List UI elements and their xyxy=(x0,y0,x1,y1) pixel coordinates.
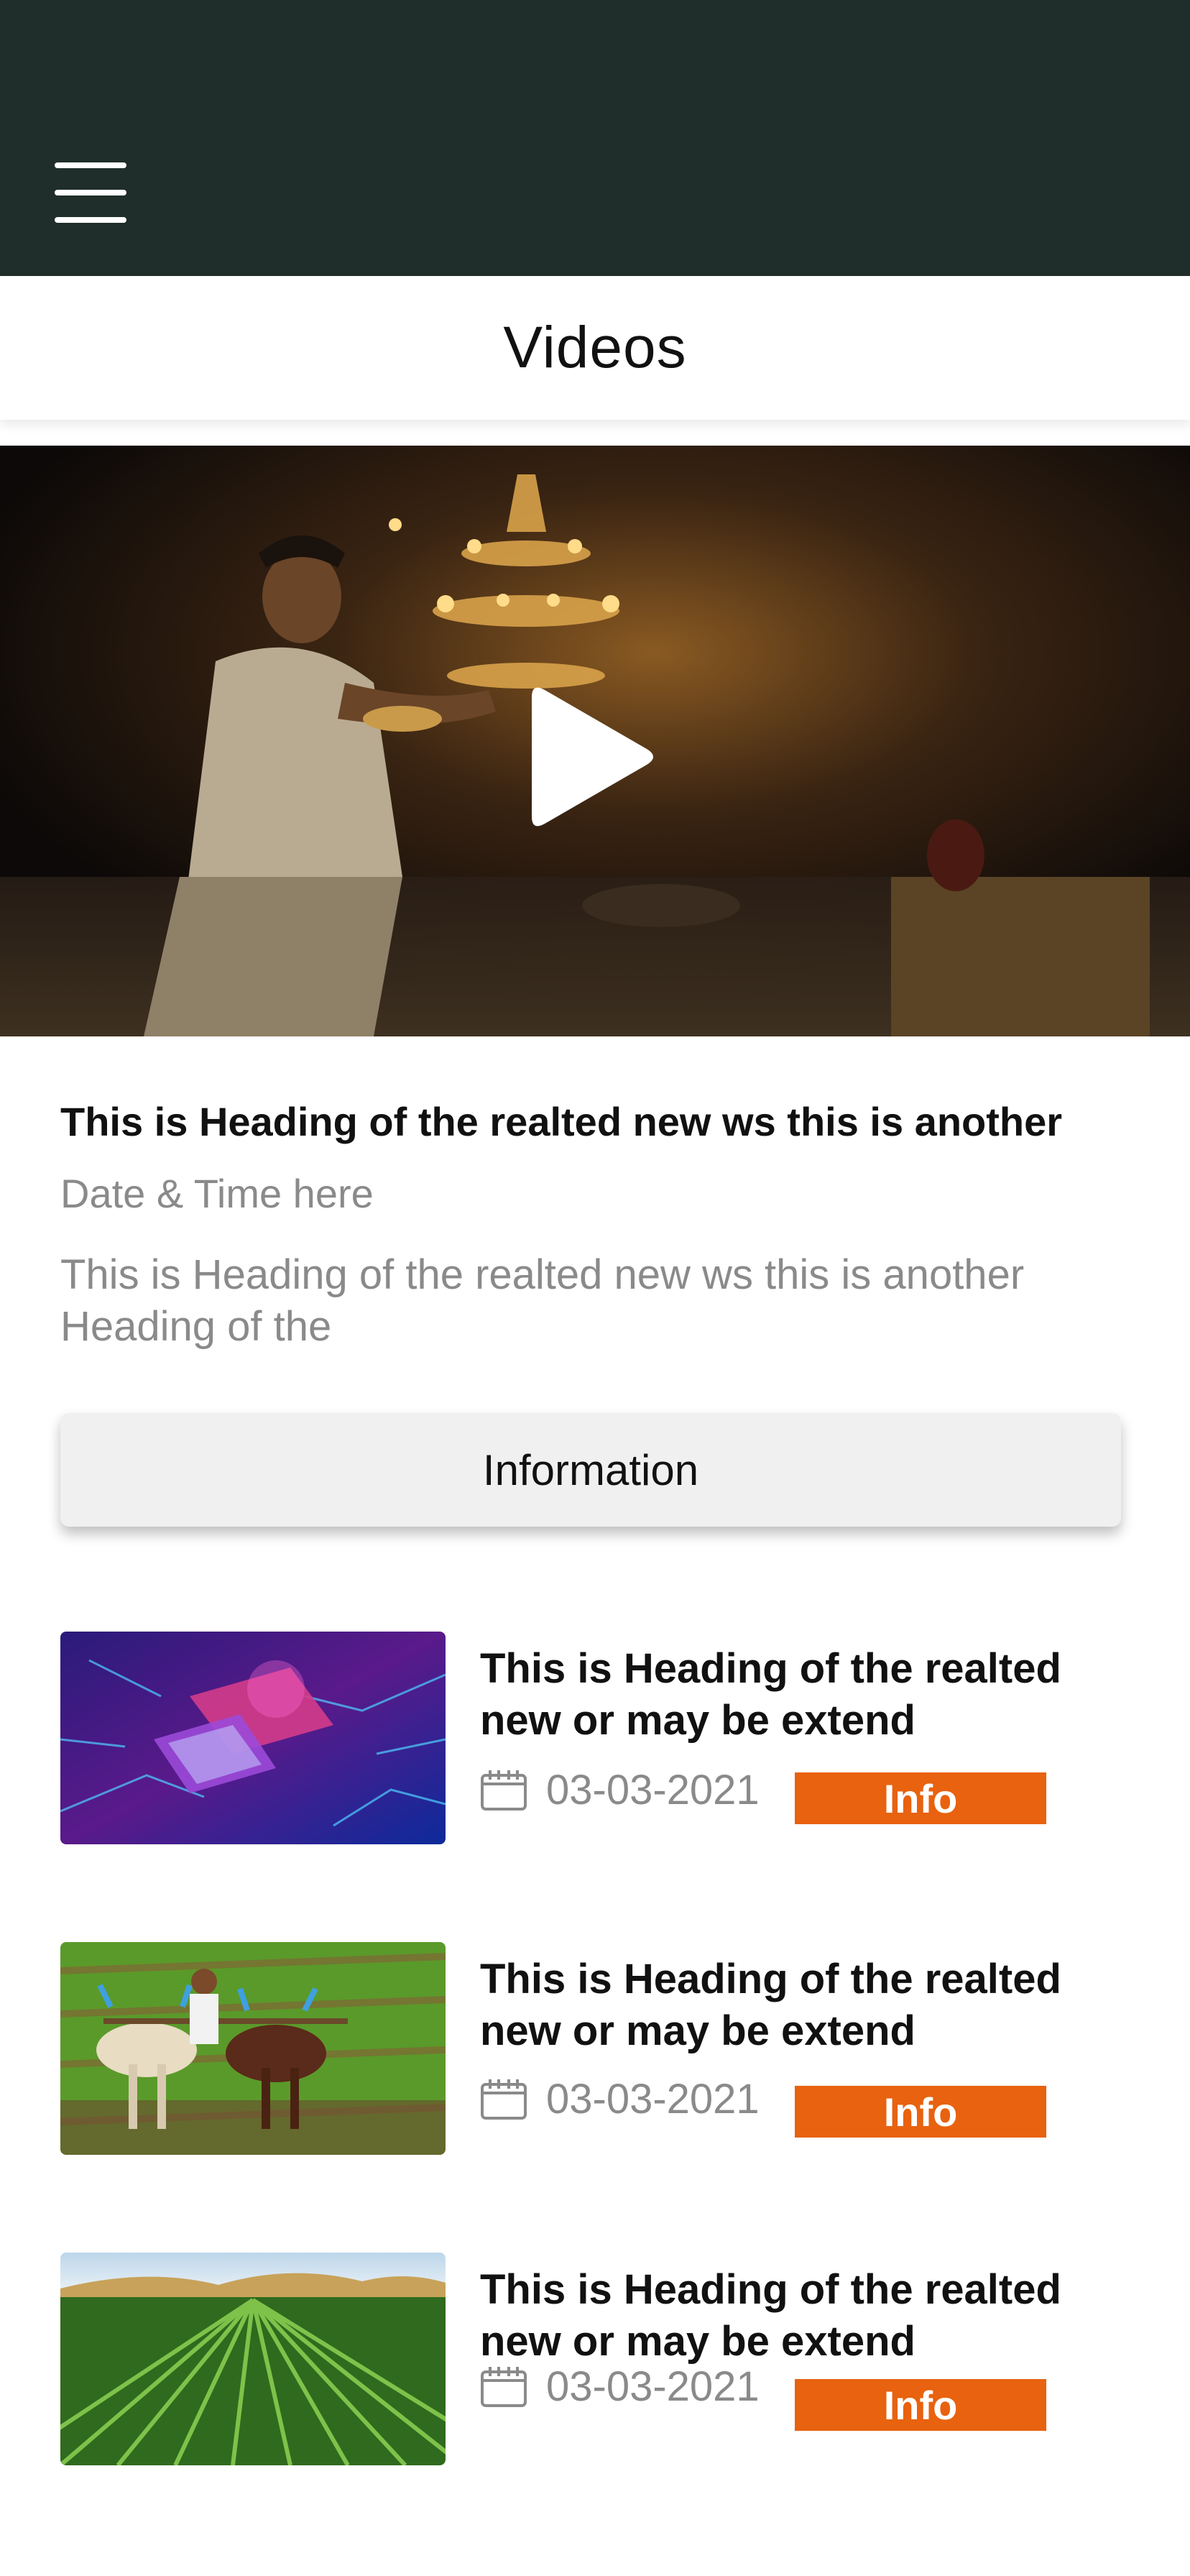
news-thumbnail-field xyxy=(60,2253,446,2465)
page-title: Videos xyxy=(503,315,687,380)
news-date: 03-03-2021 xyxy=(546,1766,760,1813)
news-meta: 03-03-2021 xyxy=(480,2070,760,2128)
featured-heading: This is Heading of the realted new ws th… xyxy=(60,1099,1063,1144)
video-thumbnail xyxy=(0,446,1190,1036)
hamburger-menu-icon[interactable] xyxy=(55,162,126,223)
page-title-bar: Videos xyxy=(0,276,1190,420)
news-list-item[interactable]: This is Heading of the realted new or ma… xyxy=(60,1942,1138,2158)
featured-description: This is Heading of the realted new ws th… xyxy=(60,1251,1025,1350)
news-list-item[interactable]: This is Heading of the realted new or ma… xyxy=(60,2253,1138,2468)
calendar-icon xyxy=(481,1770,527,1811)
featured-video-player[interactable] xyxy=(0,446,1190,1036)
app-top-bar xyxy=(0,0,1190,276)
news-date: 03-03-2021 xyxy=(546,2075,760,2122)
news-thumbnail-circuit xyxy=(60,1632,446,1844)
news-meta: 03-03-2021 xyxy=(480,1761,760,1818)
news-date: 03-03-2021 xyxy=(546,2363,760,2410)
information-button[interactable]: Information xyxy=(60,1413,1121,1527)
news-list-item[interactable]: This is Heading of the realted new or ma… xyxy=(60,1632,1138,1847)
calendar-icon xyxy=(481,2079,527,2120)
calendar-icon xyxy=(481,2367,527,2407)
info-badge-button[interactable]: Info xyxy=(795,1772,1046,1824)
info-badge-button[interactable]: Info xyxy=(795,2086,1046,2138)
news-thumbnail-farmer xyxy=(60,1942,446,2155)
news-meta: 03-03-2021 xyxy=(480,2358,760,2415)
featured-datetime: Date & Time here xyxy=(60,1171,374,1216)
news-title: This is Heading of the realted new or ma… xyxy=(480,1645,1061,1744)
info-badge-button[interactable]: Info xyxy=(795,2379,1046,2431)
news-title: This is Heading of the realted new or ma… xyxy=(480,2266,1061,2365)
news-title: This is Heading of the realted new or ma… xyxy=(480,1956,1061,2054)
